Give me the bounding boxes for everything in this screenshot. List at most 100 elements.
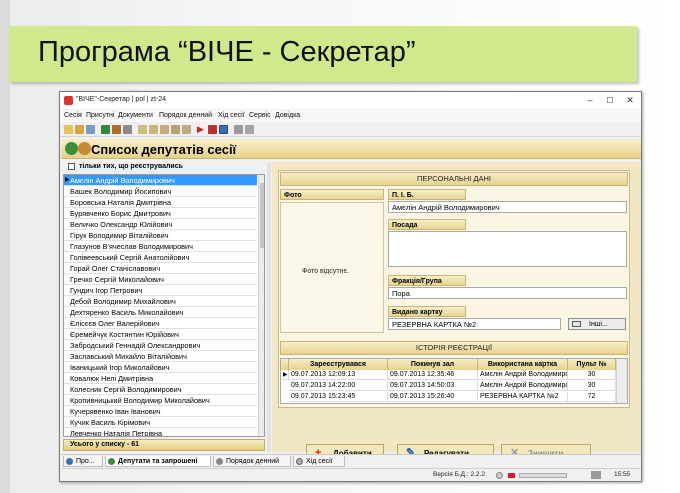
list-item[interactable]: Бурявченко Борис Дмитрович bbox=[64, 208, 257, 219]
list-item[interactable]: Голівеевський Сергій Анатолійович bbox=[64, 252, 257, 263]
list-item[interactable]: Єлісєєв Олег Валерійович bbox=[64, 318, 257, 329]
screen-icon[interactable] bbox=[245, 125, 254, 134]
tab-agenda[interactable]: Порядок денний bbox=[213, 456, 291, 467]
list-item[interactable]: Дехтяренко Василь Миколайович bbox=[64, 307, 257, 318]
table-cell[interactable]: РЕЗЕРВНА КАРТКА №2 bbox=[478, 392, 568, 402]
deputy-name: Дебой Володимир Михайлович bbox=[70, 297, 176, 306]
folder-icon[interactable] bbox=[75, 125, 84, 134]
doc-edit-icon[interactable] bbox=[149, 125, 158, 134]
list-item[interactable]: Іваницький Ігор Миколайович bbox=[64, 362, 257, 373]
position-field[interactable] bbox=[388, 231, 627, 267]
panel-splitter[interactable] bbox=[267, 162, 271, 452]
deputies-tab-icon bbox=[108, 458, 115, 465]
tab-deputies[interactable]: Депутати та запрошені bbox=[105, 456, 211, 467]
table-cell[interactable]: 30 bbox=[568, 381, 616, 391]
list-item[interactable]: Боровська Наталія Дмитрівна bbox=[64, 197, 257, 208]
personal-data-header: ПЕРСОНАЛЬНІ ДАНІ bbox=[280, 172, 628, 186]
deputy-name: Амєлін Андрій Володимирович bbox=[70, 176, 175, 185]
table-cell[interactable]: 09.07.2013 15:23:45 bbox=[289, 392, 388, 402]
menu-present[interactable]: Присутні bbox=[86, 112, 114, 119]
list-item[interactable]: Заславський Михайло Віталійович bbox=[64, 351, 257, 362]
display-icon[interactable] bbox=[234, 125, 243, 134]
list-item[interactable]: Кучерявенко Іван Іванович bbox=[64, 406, 257, 417]
doc-vote-icon[interactable] bbox=[171, 125, 180, 134]
card-field[interactable]: РЕЗЕРВНА КАРТКА №2 bbox=[388, 318, 561, 330]
list-item[interactable]: Ковалюк Нелі Дмитрівна bbox=[64, 373, 257, 384]
table-cell[interactable]: 09.07.2013 12:09:13 bbox=[289, 370, 388, 380]
table-cell[interactable]: Амєлін Андрій Володимирович bbox=[478, 381, 568, 391]
window-titlebar: "ВІЧЕ"-Секретар | pol | zt-24 – ☐ ✕ bbox=[60, 92, 641, 109]
status-bar: Версія Б.Д.: 2.2.2 15:55 bbox=[61, 468, 641, 481]
list-item[interactable]: Єремейчук Костянтин Юрійович bbox=[64, 329, 257, 340]
grid-header-console[interactable]: Пульт № bbox=[568, 359, 616, 370]
close-button[interactable]: ✕ bbox=[622, 94, 638, 107]
app-icon bbox=[64, 96, 73, 105]
open-icon[interactable] bbox=[64, 125, 73, 134]
save-icon[interactable] bbox=[86, 125, 95, 134]
deputy-name: Голівеевський Сергій Анатолійович bbox=[70, 253, 190, 262]
menu-service[interactable]: Сервіс bbox=[249, 112, 271, 119]
stop-icon[interactable] bbox=[208, 125, 217, 134]
toolbar: ▶ bbox=[60, 123, 641, 137]
list-item[interactable]: Величко Олександр Юлійович bbox=[64, 219, 257, 230]
list-item[interactable]: Гундич Ігор Петрович bbox=[64, 285, 257, 296]
list-item[interactable]: Дебой Володимир Михайлович bbox=[64, 296, 257, 307]
other-cards-button[interactable]: Інші... bbox=[568, 318, 626, 330]
print-icon[interactable] bbox=[123, 125, 132, 134]
list-scrollbar[interactable] bbox=[258, 175, 264, 436]
list-item[interactable]: Кропивницький Володимир Миколайович bbox=[64, 395, 257, 406]
menu-documents[interactable]: Документи bbox=[118, 112, 153, 119]
settings-icon[interactable] bbox=[219, 125, 228, 134]
table-cell[interactable]: 09.07.2013 15:26:40 bbox=[388, 392, 478, 402]
history-header: ІСТОРІЯ РЕЄСТРАЦІЇ bbox=[280, 341, 628, 355]
grid-header-registered[interactable]: Зареєструвався bbox=[289, 359, 388, 370]
tab-about[interactable]: Про... bbox=[63, 456, 103, 467]
menu-session-flow[interactable]: Хід сесії bbox=[218, 112, 245, 119]
table-cell[interactable]: 09.07.2013 14:50:03 bbox=[388, 381, 478, 391]
menu-help[interactable]: Довідка bbox=[275, 112, 300, 119]
tab-session-flow[interactable]: Хід сесії bbox=[293, 456, 345, 467]
table-cell[interactable]: 30 bbox=[568, 370, 616, 380]
name-field[interactable]: Амєлін Андрій Володимирович bbox=[388, 201, 627, 213]
minimize-button[interactable]: – bbox=[582, 94, 598, 107]
registered-only-checkbox[interactable] bbox=[68, 163, 75, 170]
list-item[interactable]: Гречко Сергій Миколайович bbox=[64, 274, 257, 285]
list-item[interactable]: Забродський Геннадій Олександрович bbox=[64, 340, 257, 351]
list-item[interactable]: Горай Олег Станіславович bbox=[64, 263, 257, 274]
registered-only-label: тільки тих, що реєструвались bbox=[79, 163, 183, 170]
list-scrollbar-thumb[interactable] bbox=[260, 183, 264, 248]
doc-result-icon[interactable] bbox=[182, 125, 191, 134]
deputy-name: Левченко Наталія Петрівна bbox=[70, 429, 163, 437]
menu-agenda[interactable]: Порядок денний bbox=[159, 112, 212, 119]
list-item[interactable]: Башек Володимир Йосипович bbox=[64, 186, 257, 197]
list-item[interactable]: Колесник Сергій Володимирович bbox=[64, 384, 257, 395]
table-cell[interactable]: Амєлін Андрій Володимирович bbox=[478, 370, 568, 380]
photo-area: Фото відсутнє. bbox=[280, 202, 384, 333]
deputy-name: Горай Олег Станіславович bbox=[70, 264, 161, 273]
grid-scrollbar[interactable] bbox=[616, 359, 627, 403]
menu-session[interactable]: Сесія bbox=[64, 112, 82, 119]
list-item[interactable]: ▶ Амєлін Андрій Володимирович bbox=[64, 175, 257, 186]
filter-row: тільки тих, що реєструвались bbox=[63, 162, 263, 173]
list-item[interactable]: Левченко Наталія Петрівна bbox=[64, 428, 257, 437]
doc-icon[interactable] bbox=[138, 125, 147, 134]
table-cell[interactable]: 09.07.2013 12:35:46 bbox=[388, 370, 478, 380]
doc-list-icon[interactable] bbox=[160, 125, 169, 134]
list-item[interactable]: Гірук Володимир Віталійович bbox=[64, 230, 257, 241]
bottom-tabs: Про... Депутати та запрошені Порядок ден… bbox=[61, 454, 641, 467]
table-cell[interactable]: 72 bbox=[568, 392, 616, 402]
tab-agenda-label: Порядок денний bbox=[226, 458, 280, 465]
table-cell[interactable]: 09.07.2013 14:22:00 bbox=[289, 381, 388, 391]
grid-header-card[interactable]: Використана картка bbox=[478, 359, 568, 370]
total-count: Усього у списку - 61 bbox=[70, 441, 139, 448]
agenda-tab-icon bbox=[216, 458, 223, 465]
users-icon[interactable] bbox=[101, 125, 110, 134]
user-icon[interactable] bbox=[112, 125, 121, 134]
play-icon[interactable]: ▶ bbox=[197, 125, 206, 134]
current-row-icon: ▶ bbox=[65, 177, 70, 183]
maximize-button[interactable]: ☐ bbox=[602, 94, 618, 107]
faction-field[interactable]: Пора bbox=[388, 287, 627, 299]
grid-header-left[interactable]: Покинув зал bbox=[388, 359, 478, 370]
list-item[interactable]: Кучик Василь Кірімович bbox=[64, 417, 257, 428]
list-item[interactable]: Глазунов В'ячеслав Володимирович bbox=[64, 241, 257, 252]
